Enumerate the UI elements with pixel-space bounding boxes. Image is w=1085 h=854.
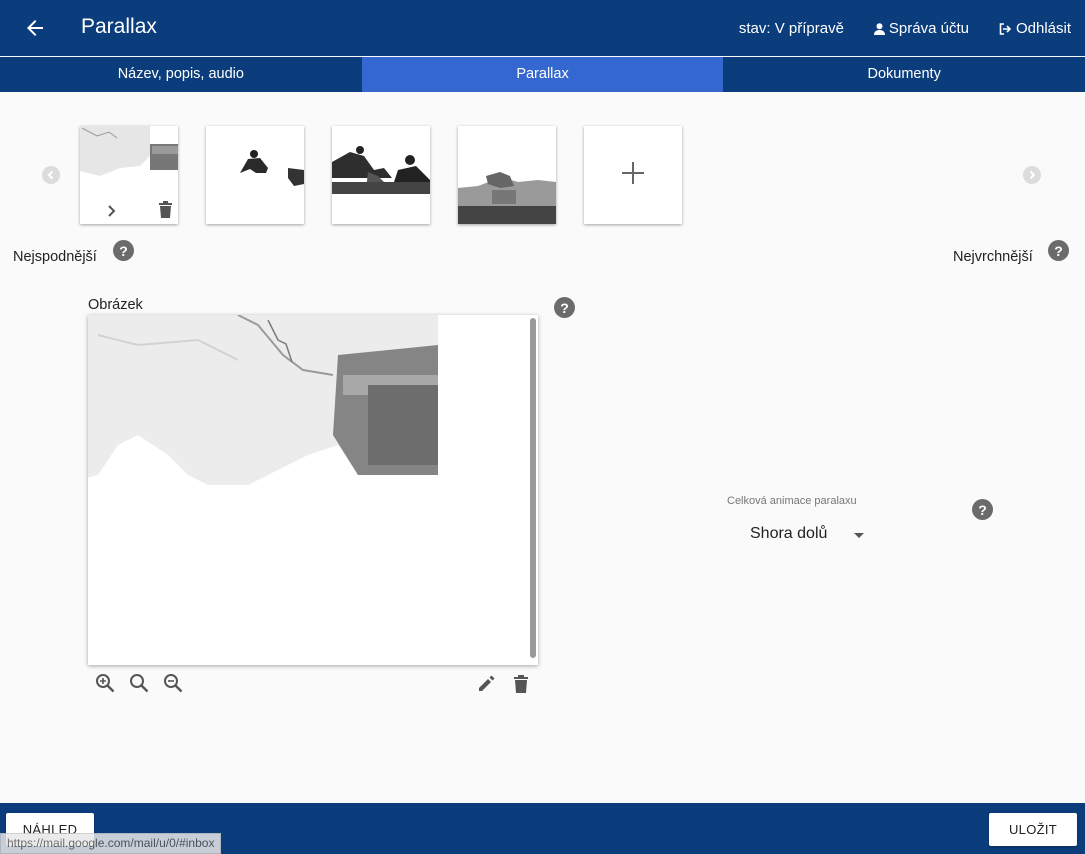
- help-icon[interactable]: ?: [1048, 240, 1069, 261]
- back-button[interactable]: [22, 15, 48, 41]
- zoom-in-button[interactable]: [94, 672, 116, 694]
- user-icon: [873, 22, 885, 35]
- logout-label: Odhlásit: [1015, 20, 1071, 37]
- help-icon[interactable]: ?: [554, 297, 575, 318]
- image-preview[interactable]: [88, 315, 538, 665]
- zoom-reset-icon: [130, 674, 149, 693]
- layer-image-3: [332, 126, 430, 224]
- chevron-left-icon: [47, 170, 54, 180]
- move-up-icon[interactable]: [107, 204, 117, 218]
- animation-caption: Celková animace paralaxu: [727, 495, 857, 507]
- image-scrollbar[interactable]: [530, 318, 536, 658]
- tab-parallax[interactable]: Parallax: [361, 57, 724, 92]
- zoom-out-button[interactable]: [162, 672, 184, 694]
- delete-icon: [514, 674, 528, 693]
- tab-bar: Název, popis, audio Parallax Dokumenty: [0, 57, 1085, 92]
- carousel-prev-button[interactable]: [42, 166, 60, 184]
- tab-name-description-audio[interactable]: Název, popis, audio: [0, 57, 362, 92]
- account-link[interactable]: Správa účtu: [873, 20, 969, 37]
- animation-select[interactable]: Shora dolů: [750, 525, 868, 547]
- logout-link[interactable]: Odhlásit: [999, 20, 1071, 37]
- delete-image-button[interactable]: [510, 672, 532, 694]
- sign-out-icon: [999, 22, 1012, 35]
- tab-documents[interactable]: Dokumenty: [723, 57, 1085, 92]
- layer-thumbnail-4[interactable]: [458, 126, 556, 224]
- add-layer-button[interactable]: [584, 126, 682, 224]
- zoom-out-icon: [164, 674, 183, 693]
- delete-icon[interactable]: [158, 200, 173, 218]
- app-bar: Parallax stav: V přípravě Správa účtu Od…: [0, 0, 1085, 56]
- save-button[interactable]: ULOŽIT: [989, 813, 1077, 846]
- chevron-right-icon: [1029, 170, 1036, 180]
- page-title: Parallax: [81, 15, 157, 38]
- animation-value: Shora dolů: [750, 525, 828, 542]
- account-label: Správa účtu: [888, 20, 969, 37]
- edit-icon: [479, 675, 495, 691]
- image-label: Obrázek: [88, 297, 143, 313]
- top-layer-label: Nejvrchnější: [953, 249, 1033, 265]
- layer-image-2: [206, 126, 304, 224]
- layer-thumbnail-1[interactable]: [80, 126, 178, 224]
- layer-image-4: [458, 126, 556, 224]
- layer-thumbnail-3[interactable]: [332, 126, 430, 224]
- layer-image-preview: [88, 315, 528, 665]
- edit-image-button[interactable]: [476, 672, 498, 694]
- carousel-next-button[interactable]: [1023, 166, 1041, 184]
- plus-icon: [622, 162, 644, 184]
- status-text: stav: V přípravě: [738, 20, 844, 37]
- zoom-in-icon: [96, 674, 115, 693]
- zoom-reset-button[interactable]: [128, 672, 150, 694]
- caret-down-icon: [854, 533, 864, 538]
- layer-thumbnail-2[interactable]: [206, 126, 304, 224]
- arrow-left-icon: [27, 20, 43, 36]
- status-url: https://mail.google.com/mail/u/0/#inbox: [0, 833, 222, 854]
- bottom-layer-label: Nejspodnější: [13, 249, 97, 265]
- help-icon[interactable]: ?: [972, 499, 993, 520]
- help-icon[interactable]: ?: [113, 240, 134, 261]
